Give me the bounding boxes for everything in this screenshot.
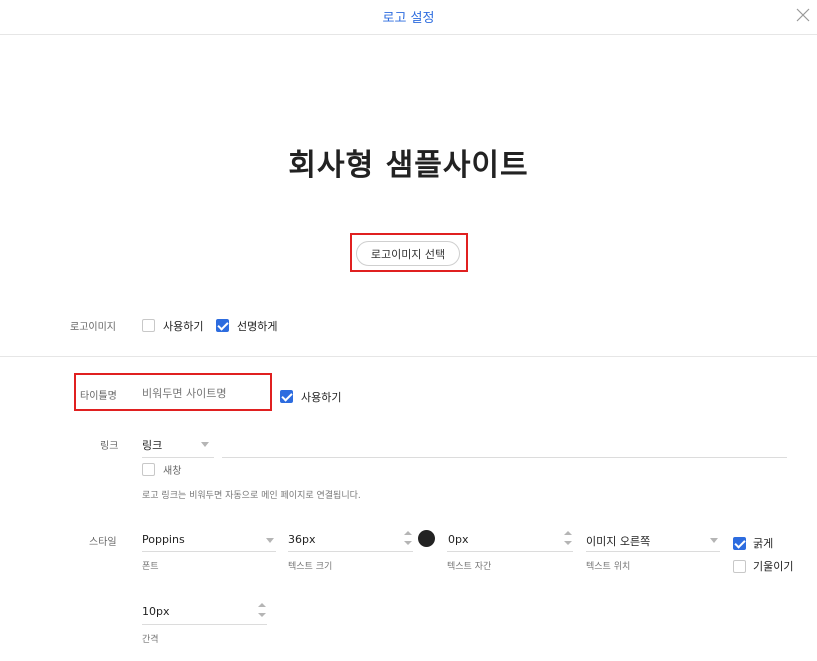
logo-image-label: 로고이미지 bbox=[70, 322, 116, 333]
highlight-box-title-name bbox=[74, 373, 272, 411]
gap-input[interactable]: 10px bbox=[142, 605, 170, 618]
new-window-checkbox[interactable] bbox=[142, 463, 155, 476]
link-hint: 로고 링크는 비워두면 자동으로 메인 페이지로 연결됩니다. bbox=[142, 491, 361, 501]
select-logo-image-button[interactable]: 로고이미지 선택 bbox=[356, 241, 460, 266]
text-position-helper: 텍스트 위치 bbox=[586, 562, 631, 572]
gap-stepper[interactable] bbox=[258, 603, 266, 617]
font-helper: 폰트 bbox=[142, 562, 159, 572]
modal-title: 로고 설정 bbox=[382, 11, 435, 26]
letter-spacing-input[interactable]: 0px bbox=[448, 533, 469, 546]
modal-header: 로고 설정 bbox=[0, 0, 817, 35]
link-select-underline bbox=[142, 457, 214, 458]
chevron-down-icon[interactable] bbox=[266, 538, 274, 543]
gap-helper: 간격 bbox=[142, 635, 159, 645]
italic-label: 기울이기 bbox=[753, 560, 794, 573]
font-select[interactable]: Poppins bbox=[142, 533, 185, 546]
text-color-swatch[interactable] bbox=[418, 530, 435, 547]
font-underline bbox=[142, 551, 276, 552]
logo-image-clear-checkbox[interactable] bbox=[216, 319, 229, 332]
chevron-down-icon[interactable] bbox=[710, 538, 718, 543]
link-select[interactable]: 링크 bbox=[142, 437, 162, 453]
text-size-stepper[interactable] bbox=[404, 531, 412, 545]
logo-image-use-checkbox[interactable] bbox=[142, 319, 155, 332]
title-name-use-checkbox[interactable] bbox=[280, 390, 293, 403]
title-name-use-label: 사용하기 bbox=[301, 391, 342, 404]
new-window-label: 새창 bbox=[163, 466, 182, 477]
logo-image-use-label: 사용하기 bbox=[163, 320, 204, 333]
section-divider bbox=[0, 356, 817, 357]
bold-label: 굵게 bbox=[753, 537, 774, 550]
italic-checkbox[interactable] bbox=[733, 560, 746, 573]
gap-underline bbox=[142, 624, 267, 625]
link-url-input[interactable] bbox=[224, 437, 784, 453]
logo-preview-title: 회사형 샘플사이트 bbox=[288, 148, 529, 183]
link-label: 링크 bbox=[100, 441, 119, 452]
text-position-select[interactable]: 이미지 오른쪽 bbox=[586, 533, 650, 549]
text-size-underline bbox=[288, 551, 413, 552]
close-icon[interactable] bbox=[795, 7, 811, 23]
text-size-input[interactable]: 36px bbox=[288, 533, 316, 546]
style-label: 스타일 bbox=[89, 537, 117, 548]
text-position-underline bbox=[586, 551, 720, 552]
chevron-down-icon[interactable] bbox=[201, 442, 209, 447]
bold-checkbox[interactable] bbox=[733, 537, 746, 550]
letter-spacing-stepper[interactable] bbox=[564, 531, 572, 545]
logo-image-clear-label: 선명하게 bbox=[237, 320, 278, 333]
letter-spacing-underline bbox=[447, 551, 573, 552]
text-size-helper: 텍스트 크기 bbox=[288, 562, 333, 572]
letter-spacing-helper: 텍스트 자간 bbox=[447, 562, 492, 572]
link-url-underline bbox=[222, 457, 787, 458]
